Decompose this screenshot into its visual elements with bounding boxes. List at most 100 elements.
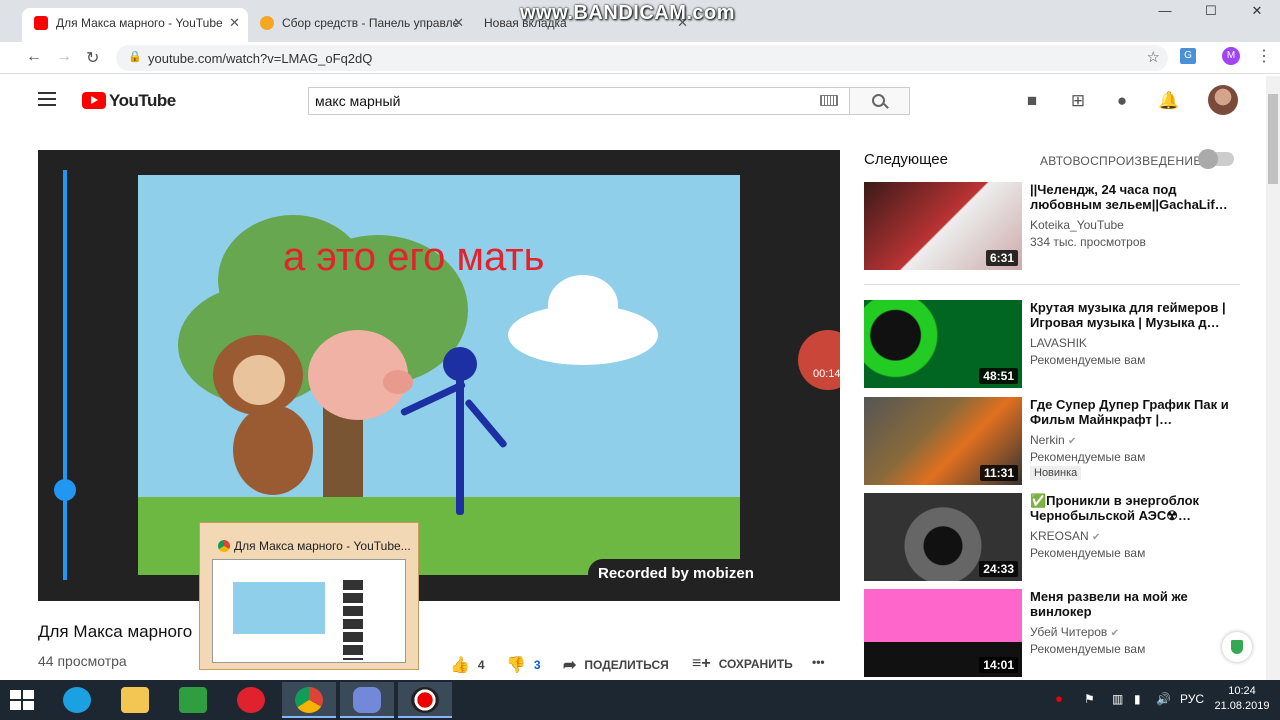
new-badge: Новинка — [1030, 466, 1082, 480]
notifications-bell-icon[interactable]: 🔔 — [1158, 91, 1179, 111]
video-player[interactable]: а это его мать 00:14 Recorded by mobizen — [38, 150, 840, 601]
windows-start-icon[interactable] — [10, 690, 34, 710]
video-title: Для Макса марного — [38, 622, 193, 641]
scrollbar-thumb[interactable] — [1268, 94, 1278, 184]
url-text[interactable]: youtube.com/watch?v=LMAG_oFq2dQ — [148, 51, 372, 66]
channel-name[interactable]: Убей Читеров ✔ — [1030, 625, 1119, 639]
save-button[interactable]: ≡+ СОХРАНИТЬ — [692, 655, 793, 673]
reload-icon[interactable]: ↻ — [86, 48, 99, 68]
close-icon[interactable]: ✕ — [229, 8, 240, 38]
keyboard-icon[interactable] — [820, 95, 838, 106]
more-label: ••• — [812, 655, 825, 669]
record-tray-icon[interactable]: ⏺ — [1056, 692, 1062, 707]
share-label: ПОДЕЛИТЬСЯ — [584, 658, 669, 672]
thumbs-down-icon: 👎 — [506, 657, 526, 674]
taskbar-discord[interactable] — [340, 682, 394, 718]
battery-tray-icon[interactable]: ▮ — [1134, 692, 1141, 706]
video-title[interactable]: ✅Проникли в энергоблок Чернобыльской АЭС… — [1030, 493, 1230, 523]
minimize-icon[interactable]: — — [1142, 0, 1188, 24]
monkey-face — [233, 355, 285, 405]
recorded-by-watermark: Recorded by mobizen — [588, 559, 824, 589]
close-window-icon[interactable]: ✕ — [1234, 0, 1280, 24]
messages-icon[interactable]: ● — [1112, 91, 1132, 111]
network-tray-icon[interactable]: ▥ — [1112, 692, 1123, 706]
taskbar-explorer[interactable] — [108, 682, 162, 718]
preview-title: Для Макса марного - YouTube... — [218, 539, 411, 553]
like-button[interactable]: 👍 4 — [450, 655, 485, 675]
autoplay-label: АВТОВОСПРОИЗВЕДЕНИЕ — [1040, 154, 1202, 168]
video-thumbnail[interactable]: 24:33 — [864, 493, 1022, 581]
browser-menu-icon[interactable]: ⋮ — [1256, 46, 1272, 66]
lock-icon[interactable]: 🔒 — [128, 50, 142, 63]
taskbar-opera[interactable] — [224, 682, 278, 718]
dislike-button[interactable]: 👎 3 — [506, 655, 541, 675]
thumbs-up-icon: 👍 — [450, 657, 470, 674]
windows-taskbar: ⏺ ⚑ ▥ ▮ 🔊 РУС 10:24 21.08.2019 — [0, 680, 1280, 720]
system-clock[interactable]: 10:24 21.08.2019 — [1212, 684, 1272, 714]
youtube-favicon-icon — [34, 16, 48, 30]
section-divider — [864, 284, 1240, 285]
autoplay-toggle[interactable] — [1198, 149, 1234, 169]
apps-grid-icon[interactable]: ⊞ — [1068, 91, 1088, 111]
video-title[interactable]: ||Челендж, 24 часа под любовным зельем||… — [1030, 182, 1230, 212]
vertical-seek-track[interactable] — [63, 170, 67, 580]
tab-title: Для Макса марного - YouTube — [56, 16, 223, 30]
duration-badge: 11:31 — [979, 465, 1018, 481]
video-caption: а это его мать — [283, 235, 545, 279]
youtube-logo-icon[interactable] — [82, 92, 106, 109]
channel-name[interactable]: LAVASHIK — [1030, 336, 1087, 350]
youtube-logo-text[interactable]: YouTube — [109, 91, 176, 111]
flag-tray-icon[interactable]: ⚑ — [1084, 692, 1095, 706]
video-title[interactable]: Где Супер Дупер График Пак и Фильм Майнк… — [1030, 397, 1230, 427]
profile-avatar[interactable]: M — [1222, 47, 1240, 65]
channel-name[interactable]: Koteika_YouTube — [1030, 218, 1124, 232]
url-bar[interactable]: 🔒 youtube.com/watch?v=LMAG_oFq2dQ ☆ — [116, 45, 1168, 71]
language-indicator[interactable]: РУС — [1180, 692, 1204, 706]
account-avatar[interactable] — [1208, 85, 1238, 115]
more-actions-button[interactable]: ••• — [812, 655, 825, 669]
opera-icon — [237, 687, 265, 713]
maximize-icon[interactable]: ☐ — [1188, 0, 1234, 24]
search-input[interactable] — [308, 87, 850, 115]
taskbar-window-preview[interactable]: Для Макса марного - YouTube... — [199, 522, 419, 670]
video-thumbnail[interactable]: 48:51 — [864, 300, 1022, 388]
search-button[interactable] — [850, 87, 910, 115]
video-meta: Рекомендуемые вам — [1030, 353, 1146, 367]
channel-name[interactable]: Nerkin ✔ — [1030, 433, 1076, 447]
share-button[interactable]: ➦ ПОДЕЛИТЬСЯ — [563, 655, 669, 675]
video-title[interactable]: Крутая музыка для геймеров | Игровая муз… — [1030, 300, 1230, 330]
page-scrollbar[interactable] — [1266, 76, 1280, 680]
tab-donations[interactable]: Сбор средств - Панель управле ✕ — [248, 8, 472, 42]
security-shield-icon[interactable] — [1222, 632, 1252, 662]
verified-check-icon: ✔ — [1068, 436, 1077, 447]
video-title[interactable]: Меня развели на мой же винлокер — [1030, 589, 1230, 619]
taskbar-bandicam[interactable] — [398, 682, 452, 718]
volume-tray-icon[interactable]: 🔊 — [1156, 692, 1171, 706]
video-thumbnail[interactable]: 11:31 — [864, 397, 1022, 485]
pig-snout — [383, 370, 413, 394]
bookmark-star-icon[interactable]: ☆ — [1147, 48, 1160, 66]
duration-badge: 14:01 — [979, 657, 1018, 673]
hamburger-menu-icon[interactable] — [38, 92, 56, 106]
taskbar-store[interactable] — [166, 682, 220, 718]
channel-name[interactable]: KREOSAN ✔ — [1030, 529, 1100, 543]
internet-explorer-icon — [63, 687, 91, 713]
bandicam-record-icon — [411, 687, 439, 713]
seek-knob[interactable] — [54, 479, 76, 501]
preview-scene — [233, 582, 325, 634]
taskbar-chrome[interactable] — [282, 682, 336, 718]
video-meta: 334 тыс. просмотров — [1030, 235, 1146, 249]
window-controls: — ☐ ✕ — [1142, 0, 1280, 24]
video-thumbnail[interactable]: 6:31 — [864, 182, 1022, 270]
create-video-icon[interactable]: ■ — [1022, 91, 1042, 111]
back-arrow-icon[interactable]: ← — [26, 48, 42, 66]
discord-icon — [353, 687, 381, 713]
duration-badge: 6:31 — [985, 250, 1018, 266]
video-thumbnail[interactable]: 14:01 — [864, 589, 1022, 677]
duration-badge: 24:33 — [979, 561, 1018, 577]
translate-extension-icon[interactable]: G — [1180, 48, 1196, 64]
taskbar-ie[interactable] — [50, 682, 104, 718]
forward-arrow-icon[interactable]: → — [56, 48, 72, 66]
close-icon[interactable]: ✕ — [453, 8, 464, 38]
tab-youtube[interactable]: Для Макса марного - YouTube ✕ — [22, 8, 248, 42]
